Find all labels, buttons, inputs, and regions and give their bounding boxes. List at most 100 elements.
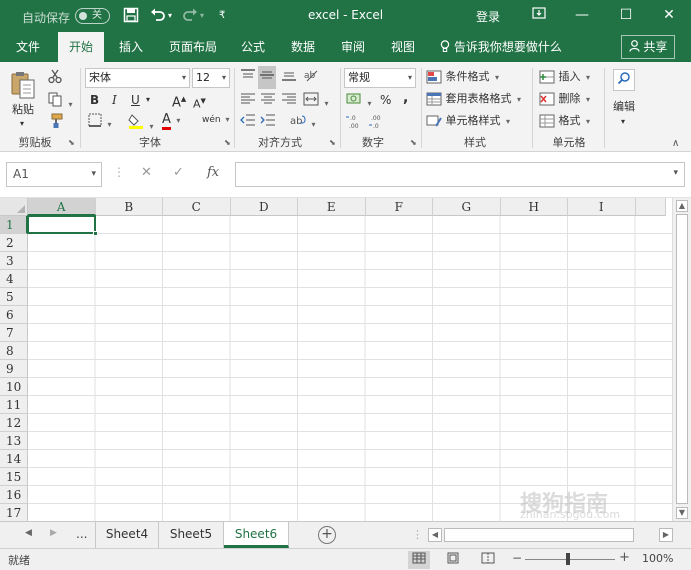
italic-button[interactable]: I — [112, 92, 117, 108]
fill-handle[interactable] — [93, 231, 98, 236]
row-header-5[interactable]: 5 — [0, 288, 28, 306]
customize-qat-icon[interactable]: ₹ — [219, 7, 225, 25]
scroll-right-icon[interactable]: ▶ — [659, 528, 673, 542]
login-button[interactable]: 登录 — [476, 8, 500, 25]
column-header-i[interactable]: I — [568, 198, 636, 216]
tab-data[interactable]: 数据 — [280, 32, 326, 62]
row-header-10[interactable]: 10 — [0, 378, 28, 396]
row-header-14[interactable]: 14 — [0, 450, 28, 468]
page-layout-view-icon[interactable] — [442, 551, 464, 569]
decrease-decimal-icon[interactable]: .00.0 — [368, 113, 386, 134]
row-header-3[interactable]: 3 — [0, 252, 28, 270]
next-sheet-icon[interactable]: ▶ — [50, 528, 57, 538]
add-sheet-icon[interactable]: + — [318, 526, 336, 544]
vertical-scroll-thumb[interactable] — [676, 214, 688, 504]
zoom-slider-thumb[interactable] — [566, 553, 570, 565]
redo-dropdown-icon[interactable]: ▾ — [200, 7, 204, 25]
shrink-font-button[interactable]: A▼ — [193, 93, 206, 113]
page-break-view-icon[interactable] — [477, 551, 499, 569]
increase-indent-icon[interactable] — [260, 113, 276, 132]
zoom-in-icon[interactable]: + — [619, 550, 630, 565]
align-top-icon[interactable] — [240, 68, 256, 87]
name-box[interactable]: A1 ▾ — [6, 162, 102, 187]
cancel-icon[interactable]: ✕ — [141, 165, 152, 180]
zoom-out-icon[interactable]: − — [512, 551, 522, 565]
more-sheets-button[interactable]: ... — [76, 527, 87, 541]
sheet-tab-sheet5[interactable]: Sheet5 — [159, 522, 224, 548]
borders-icon[interactable]: ▾ — [88, 113, 112, 133]
underline-dropdown-icon[interactable]: ▾ — [146, 92, 150, 108]
cell-area[interactable] — [28, 216, 672, 521]
column-header-d[interactable]: D — [230, 198, 298, 216]
scroll-left-icon[interactable]: ◀ — [428, 528, 442, 542]
row-header-12[interactable]: 12 — [0, 414, 28, 432]
autosave-toggle[interactable]: 关 — [75, 8, 110, 24]
wrap-text-icon[interactable]: ab ▾ — [290, 113, 316, 133]
column-header-a[interactable]: A — [28, 198, 96, 216]
row-header-7[interactable]: 7 — [0, 324, 28, 342]
tab-formulas[interactable]: 公式 — [230, 32, 276, 62]
phonetic-guide-button[interactable]: wén ▾ — [202, 112, 230, 128]
collapse-ribbon-icon[interactable]: ∧ — [672, 138, 679, 149]
insert-cells-button[interactable]: 插入 ▾ — [539, 69, 590, 86]
font-launcher-icon[interactable]: ⬊ — [224, 138, 231, 147]
zoom-level[interactable]: 100% — [642, 552, 673, 565]
horizontal-scrollbar[interactable]: ◀ ▶ — [428, 527, 673, 543]
fill-color-icon[interactable]: ▾ — [128, 113, 154, 135]
number-launcher-icon[interactable]: ⬊ — [410, 138, 417, 147]
font-name-select[interactable]: 宋体 ▾ — [85, 68, 190, 88]
align-right-icon[interactable] — [281, 92, 297, 111]
cell-styles-button[interactable]: 单元格样式 ▾ — [426, 113, 510, 130]
column-header-g[interactable]: G — [433, 198, 501, 216]
scroll-down-icon[interactable]: ▼ — [676, 507, 688, 519]
maximize-icon[interactable]: ☐ — [612, 4, 640, 26]
tab-view[interactable]: 视图 — [380, 32, 426, 62]
align-bottom-icon[interactable] — [281, 68, 297, 87]
tab-home[interactable]: 开始 — [58, 32, 104, 62]
column-header-f[interactable]: F — [365, 198, 433, 216]
row-header-15[interactable]: 15 — [0, 468, 28, 486]
column-header-e[interactable]: E — [298, 198, 366, 216]
clipboard-launcher-icon[interactable]: ⬊ — [68, 138, 75, 147]
row-header-1[interactable]: 1 — [0, 216, 28, 234]
format-painter-icon[interactable] — [47, 113, 63, 134]
insert-function-button[interactable]: fx — [207, 165, 219, 180]
paste-dropdown-icon[interactable]: ▾ — [20, 116, 24, 132]
row-header-16[interactable]: 16 — [0, 486, 28, 504]
row-header-2[interactable]: 2 — [0, 234, 28, 252]
tab-split-grip-icon[interactable]: ⋮ — [412, 528, 423, 541]
column-header-h[interactable]: H — [500, 198, 568, 216]
currency-icon[interactable]: ▾ — [346, 92, 372, 112]
zoom-slider[interactable] — [525, 559, 615, 560]
tab-review[interactable]: 审阅 — [330, 32, 376, 62]
align-middle-icon[interactable] — [258, 66, 276, 89]
conditional-formatting-button[interactable]: 条件格式 ▾ — [426, 69, 499, 86]
row-header-9[interactable]: 9 — [0, 360, 28, 378]
align-left-icon[interactable] — [240, 92, 256, 111]
close-icon[interactable]: ✕ — [655, 4, 683, 26]
prev-sheet-icon[interactable]: ◀ — [25, 528, 32, 538]
share-button[interactable]: 共享 — [621, 35, 675, 59]
tell-me-box[interactable]: 告诉我你想要做什么 — [440, 32, 562, 62]
minimize-icon[interactable]: — — [568, 4, 596, 26]
active-cell-a1[interactable] — [27, 215, 98, 236]
grow-font-button[interactable]: A▲ — [172, 91, 186, 111]
scroll-up-icon[interactable]: ▲ — [676, 200, 688, 212]
horizontal-scroll-thumb[interactable] — [444, 528, 634, 542]
formula-input[interactable]: ▾ — [235, 162, 685, 187]
decrease-indent-icon[interactable] — [240, 113, 256, 132]
format-cells-button[interactable]: 格式 ▾ — [539, 113, 590, 130]
normal-view-icon[interactable] — [408, 551, 430, 569]
copy-icon[interactable]: ▾ — [47, 91, 73, 113]
vertical-scrollbar[interactable]: ▲ ▼ — [672, 198, 691, 521]
sheet-tab-sheet6[interactable]: Sheet6 — [224, 522, 289, 548]
orientation-icon[interactable]: ab — [303, 67, 319, 88]
align-center-icon[interactable] — [260, 92, 276, 111]
bold-button[interactable]: B — [90, 92, 99, 108]
expand-formula-bar-icon[interactable]: ▾ — [673, 168, 678, 178]
font-size-select[interactable]: 12 ▾ — [192, 68, 230, 88]
column-header-b[interactable]: B — [95, 198, 163, 216]
ribbon-display-icon[interactable] — [525, 4, 553, 26]
underline-button[interactable]: U — [131, 92, 140, 108]
redo-icon[interactable] — [182, 7, 198, 28]
